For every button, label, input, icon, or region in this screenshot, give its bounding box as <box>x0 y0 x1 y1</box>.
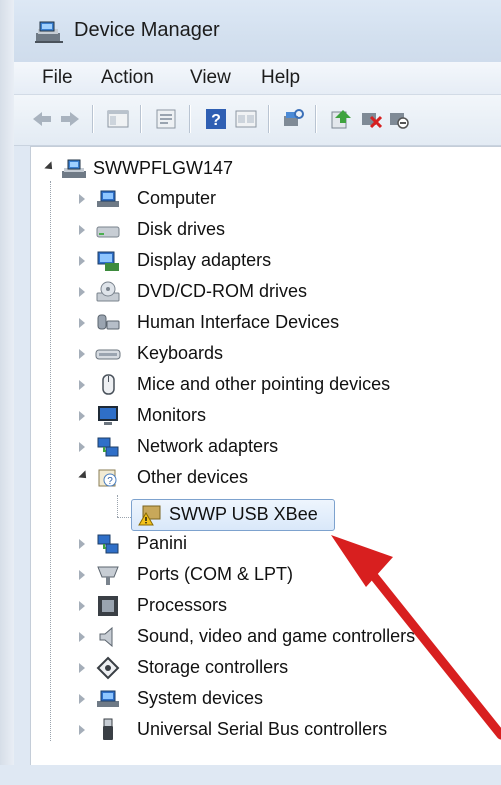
arrow-shaft <box>360 560 501 740</box>
device-manager-window: Device Manager File Action View Help ? S… <box>0 0 501 785</box>
arrow-head <box>331 535 393 587</box>
annotation-arrow <box>331 535 501 740</box>
